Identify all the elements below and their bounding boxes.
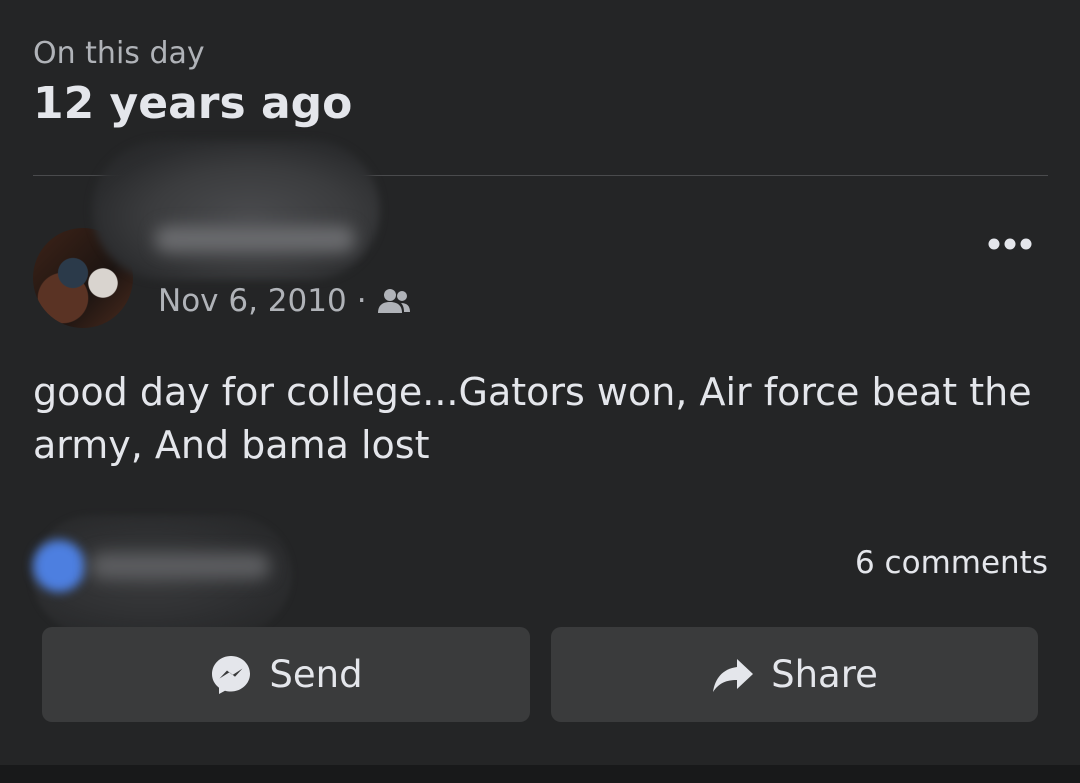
bottom-divider-strip <box>0 765 1080 783</box>
more-horizontal-icon <box>988 238 1032 250</box>
post-meta: Nov 6, 2010 · <box>158 283 411 319</box>
author-name-redaction <box>92 140 380 280</box>
share-button[interactable]: Share <box>551 627 1038 722</box>
share-arrow-icon <box>711 653 755 697</box>
post-date[interactable]: Nov 6, 2010 <box>158 283 347 319</box>
send-label: Send <box>269 653 363 696</box>
memory-card: On this day 12 years ago Nov 6, 2010 · g… <box>0 0 1080 765</box>
share-label: Share <box>771 653 878 696</box>
reaction-icon[interactable] <box>33 540 85 592</box>
memory-header: On this day 12 years ago <box>33 34 352 132</box>
friends-icon <box>377 287 411 315</box>
reaction-names-blurred[interactable] <box>90 553 270 579</box>
more-options-button[interactable] <box>984 230 1036 258</box>
meta-separator: · <box>356 283 367 319</box>
memory-title: 12 years ago <box>33 78 353 129</box>
comments-count[interactable]: 6 comments <box>855 545 1048 581</box>
author-name-blurred[interactable] <box>155 226 355 252</box>
post-text: good day for college...Gators won, Air f… <box>33 370 1032 467</box>
memory-kicker: On this day <box>33 36 205 71</box>
messenger-icon <box>209 653 253 697</box>
send-button[interactable]: Send <box>42 627 530 722</box>
